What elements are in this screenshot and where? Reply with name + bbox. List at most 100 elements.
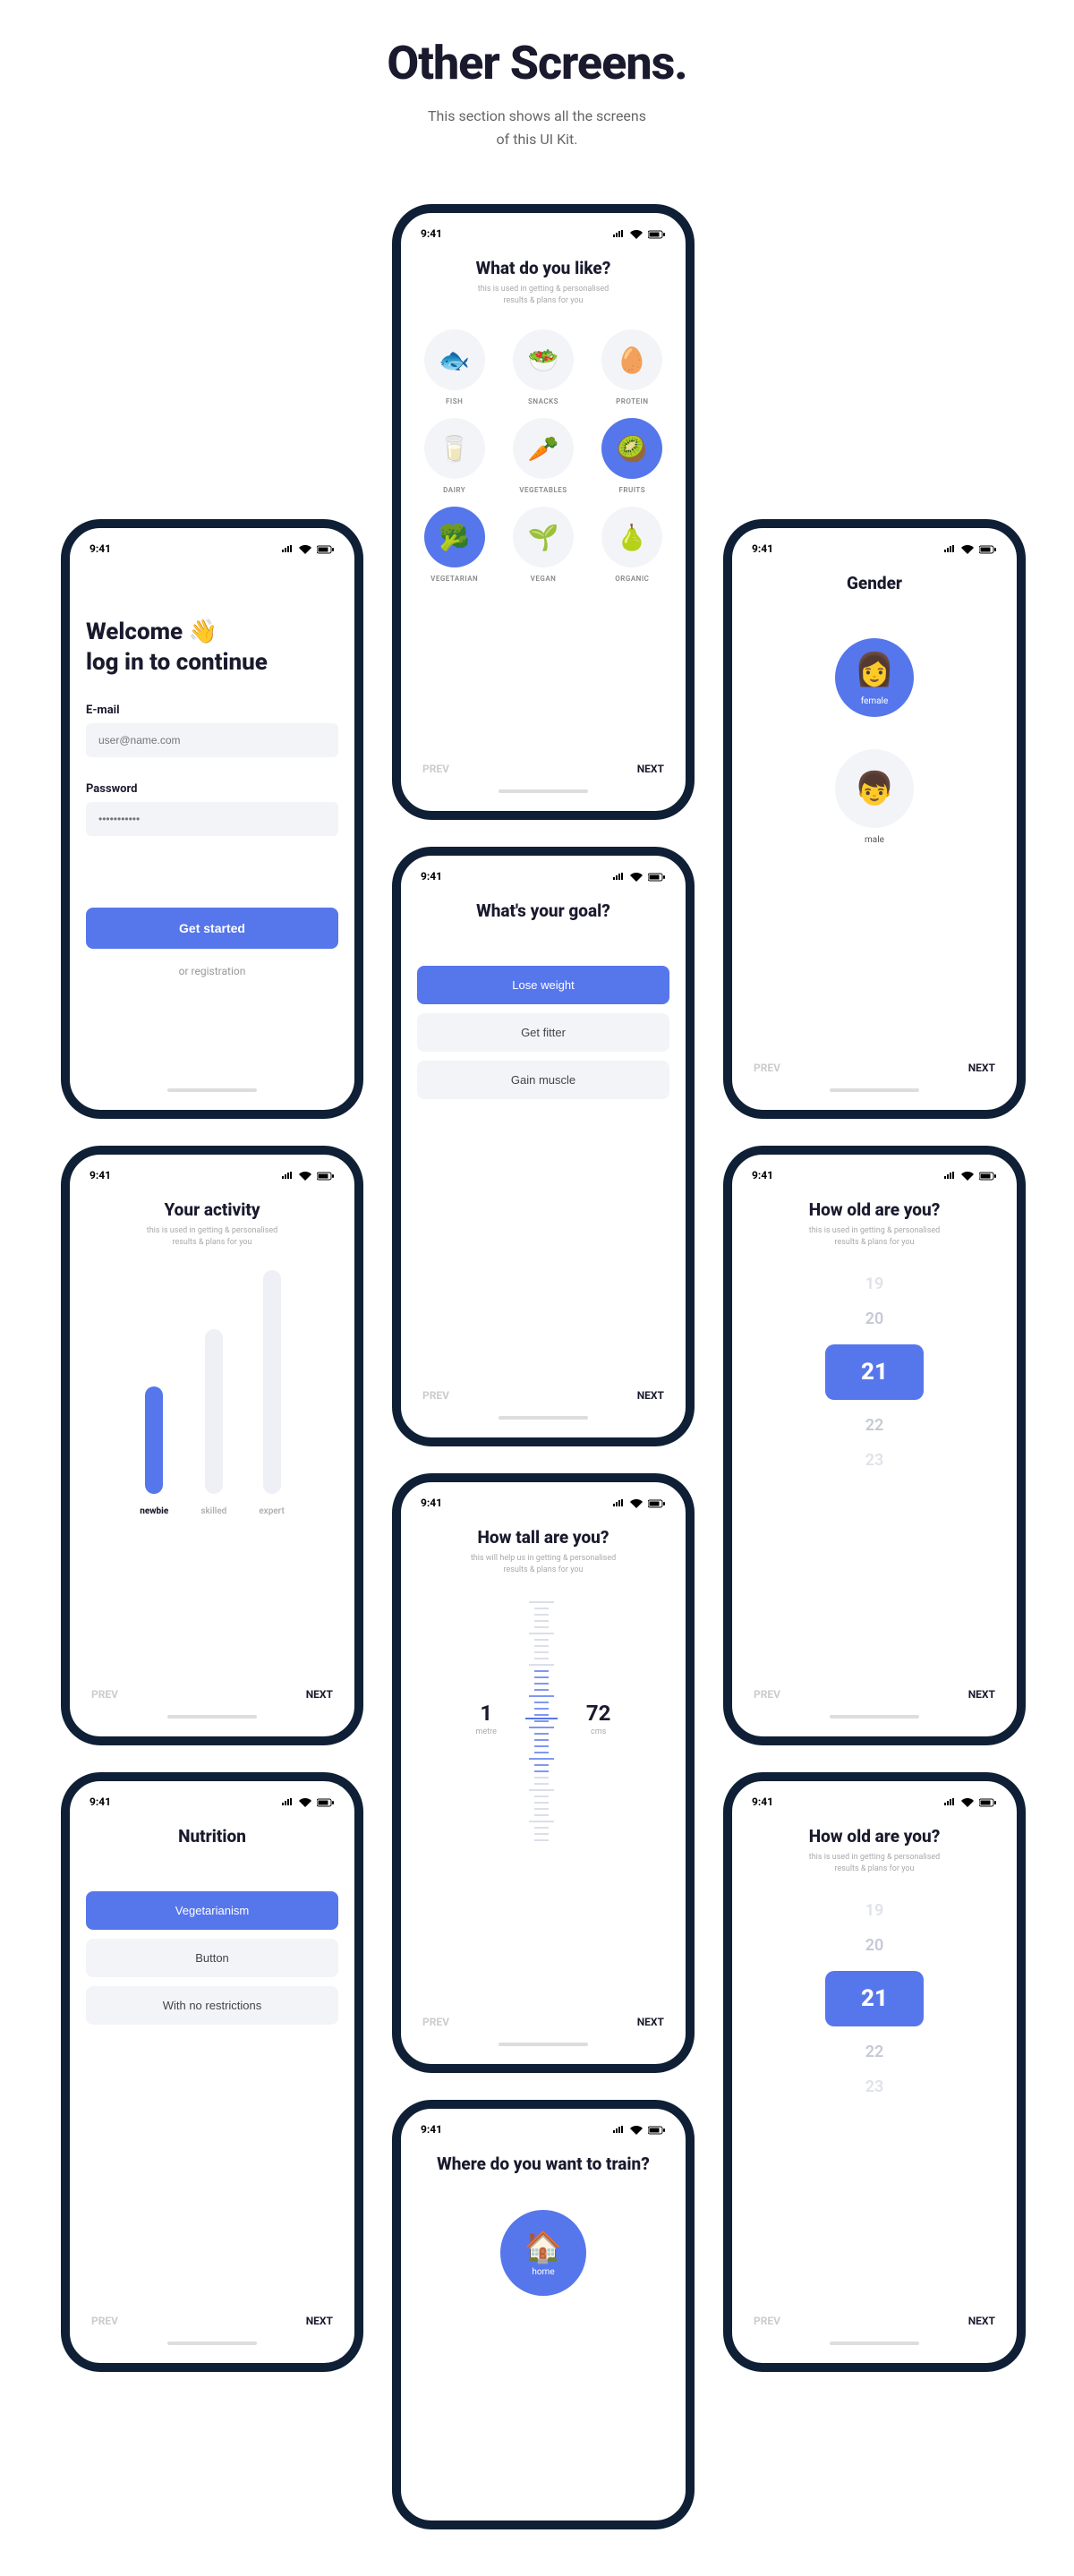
tile-label: FRUITS bbox=[595, 486, 669, 494]
nutrition-option[interactable]: With no restrictions bbox=[86, 1986, 338, 2025]
tile-icon: 🥗 bbox=[513, 329, 574, 390]
screen-likes: 9:41 What do you like? this is used in g… bbox=[392, 204, 695, 820]
likes-tile-vegetarian[interactable]: 🥦 VEGETARIAN bbox=[417, 507, 491, 583]
tile-icon: 🥝 bbox=[601, 418, 662, 479]
home-indicator bbox=[499, 789, 588, 793]
likes-tile-fish[interactable]: 🐟 FISH bbox=[417, 329, 491, 405]
age-value[interactable]: 20 bbox=[865, 1309, 884, 1328]
age-value[interactable]: 23 bbox=[865, 1451, 884, 1470]
next-button[interactable]: NEXT bbox=[306, 2315, 333, 2327]
next-button[interactable]: NEXT bbox=[637, 763, 664, 775]
tile-icon: 🥕 bbox=[513, 418, 574, 479]
home-icon: 🏠 bbox=[524, 2230, 562, 2265]
nutrition-option[interactable]: Button bbox=[86, 1939, 338, 1977]
prev-button[interactable]: PREV bbox=[422, 1389, 449, 1402]
prev-button[interactable]: PREV bbox=[754, 1062, 780, 1074]
screen-age-2: 9:41 How old are you? this is used in ge… bbox=[723, 1772, 1026, 2372]
likes-tile-snacks[interactable]: 🥗SNACKS bbox=[506, 329, 580, 405]
tile-label: VEGETARIAN bbox=[417, 575, 491, 583]
tile-label: FISH bbox=[417, 397, 491, 405]
activity-bar-skilled[interactable]: skilled bbox=[200, 1329, 226, 1516]
next-button[interactable]: NEXT bbox=[968, 1062, 995, 1074]
prev-button[interactable]: PREV bbox=[91, 2315, 118, 2327]
status-bar: 9:41 bbox=[417, 227, 669, 240]
next-button[interactable]: NEXT bbox=[637, 2016, 664, 2028]
password-field[interactable] bbox=[86, 802, 338, 836]
age-title: How old are you? bbox=[748, 1199, 1001, 1220]
next-button[interactable]: NEXT bbox=[637, 1389, 664, 1402]
registration-link[interactable]: or registration bbox=[86, 965, 338, 977]
prev-button[interactable]: PREV bbox=[422, 763, 449, 775]
tile-label: ORGANIC bbox=[595, 575, 669, 583]
login-welcome: Welcome 👋 bbox=[86, 618, 217, 645]
nutrition-title: Nutrition bbox=[86, 1826, 338, 1847]
next-button[interactable]: NEXT bbox=[968, 1688, 995, 1701]
age-value[interactable]: 23 bbox=[865, 2077, 884, 2096]
male-icon: 👦 bbox=[855, 770, 895, 807]
gender-title: Gender bbox=[748, 573, 1001, 593]
likes-tile-organic[interactable]: 🍐ORGANIC bbox=[595, 507, 669, 583]
train-home[interactable]: 🏠 home bbox=[500, 2210, 586, 2296]
likes-tile-fruits[interactable]: 🥝 FRUITS bbox=[595, 418, 669, 494]
prev-button[interactable]: PREV bbox=[754, 2315, 780, 2327]
screen-activity: 9:41 Your activity this is used in getti… bbox=[61, 1146, 363, 1745]
prev-button[interactable]: PREV bbox=[91, 1688, 118, 1701]
activity-bar-newbie[interactable]: newbie bbox=[140, 1386, 168, 1516]
likes-tile-protein[interactable]: 🥚PROTEIN bbox=[595, 329, 669, 405]
gender-female[interactable]: 👩 female bbox=[835, 638, 914, 717]
age-picker[interactable]: 19 20 21 22 23 bbox=[748, 1901, 1001, 2096]
tile-icon: 🥚 bbox=[601, 329, 662, 390]
page-title: Other Screens. bbox=[0, 36, 1074, 90]
tile-label: DAIRY bbox=[417, 486, 491, 494]
home-indicator bbox=[167, 1088, 257, 1092]
screen-age-1: 9:41 How old are you? this is used in ge… bbox=[723, 1146, 1026, 1745]
activity-title: Your activity bbox=[86, 1199, 338, 1220]
gender-male[interactable]: 👦 male bbox=[835, 749, 914, 845]
screen-gender: 9:41 Gender 👩 female 👦 male bbox=[723, 519, 1026, 1119]
age-value[interactable]: 22 bbox=[865, 2043, 884, 2061]
next-button[interactable]: NEXT bbox=[968, 2315, 995, 2327]
tile-icon: 🐟 bbox=[424, 329, 485, 390]
status-time: 9:41 bbox=[421, 227, 442, 240]
height-metre: 1 metre bbox=[476, 1701, 497, 1736]
age-value[interactable]: 22 bbox=[865, 1416, 884, 1435]
email-field[interactable] bbox=[86, 723, 338, 757]
train-title: Where do you want to train? bbox=[417, 2154, 669, 2174]
goal-option[interactable]: Gain muscle bbox=[417, 1061, 669, 1099]
tile-label: VEGETABLES bbox=[506, 486, 580, 494]
status-bar: 9:41 bbox=[86, 542, 338, 555]
likes-tile-dairy[interactable]: 🥛 DAIRY bbox=[417, 418, 491, 494]
tile-label: VEGAN bbox=[506, 575, 580, 583]
age-value[interactable]: 19 bbox=[865, 1275, 884, 1293]
likes-tile-vegan[interactable]: 🌱 VEGAN bbox=[506, 507, 580, 583]
tile-icon: 🥦 bbox=[424, 507, 485, 567]
tile-icon: 🌱 bbox=[513, 507, 574, 567]
age-value[interactable]: 21 bbox=[825, 1344, 924, 1400]
likes-tile-vegetables[interactable]: 🥕 VEGETABLES bbox=[506, 418, 580, 494]
prev-button[interactable]: PREV bbox=[754, 1688, 780, 1701]
status-icons bbox=[609, 227, 666, 240]
screen-login: 9:41 Welcome 👋 log in to continue E-mail… bbox=[61, 519, 363, 1119]
height-ruler[interactable] bbox=[524, 1593, 559, 1844]
email-label: E-mail bbox=[86, 704, 338, 717]
male-label: male bbox=[835, 835, 914, 845]
female-icon: 👩 bbox=[855, 651, 895, 688]
next-button[interactable]: NEXT bbox=[306, 1688, 333, 1701]
age-picker[interactable]: 19 20 21 22 23 bbox=[748, 1275, 1001, 1470]
goal-option[interactable]: Get fitter bbox=[417, 1013, 669, 1052]
page-header: Other Screens. This section shows all th… bbox=[0, 36, 1074, 150]
goal-title: What's your goal? bbox=[417, 900, 669, 921]
page-subtitle-2: of this UI Kit. bbox=[497, 131, 578, 148]
age-value[interactable]: 20 bbox=[865, 1936, 884, 1955]
activity-bar-expert[interactable]: expert bbox=[259, 1270, 284, 1516]
age-value[interactable]: 21 bbox=[825, 1971, 924, 2026]
goal-option[interactable]: Lose weight bbox=[417, 966, 669, 1004]
age-value[interactable]: 19 bbox=[865, 1901, 884, 1920]
likes-title: What do you like? bbox=[417, 258, 669, 278]
tile-icon: 🥛 bbox=[424, 418, 485, 479]
screen-nutrition: 9:41 Nutrition VegetarianismButtonWith n… bbox=[61, 1772, 363, 2372]
get-started-button[interactable]: Get started bbox=[86, 908, 338, 949]
train-label: home bbox=[532, 2267, 554, 2277]
nutrition-option[interactable]: Vegetarianism bbox=[86, 1891, 338, 1930]
prev-button[interactable]: PREV bbox=[422, 2016, 449, 2028]
